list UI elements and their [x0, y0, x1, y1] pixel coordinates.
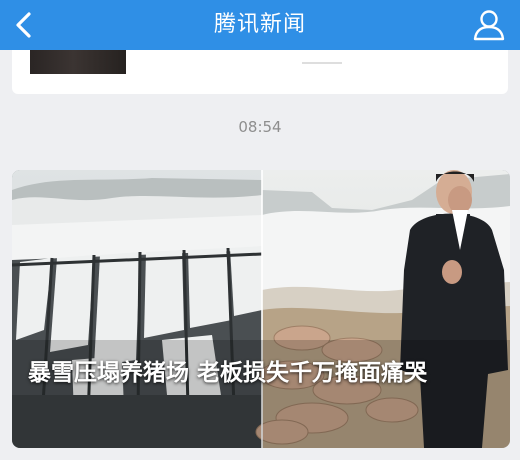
user-profile-button[interactable] [470, 6, 508, 44]
news-card[interactable]: 暴雪压塌养猪场 老板损失千万掩面痛哭 [12, 170, 510, 448]
news-photo [12, 170, 510, 448]
top-navbar: 腾讯新闻 [0, 0, 520, 50]
previous-news-thumbnail [30, 50, 126, 74]
page-title: 腾讯新闻 [213, 12, 306, 37]
message-timestamp: 08:54 [238, 118, 282, 136]
news-headline: 暴雪压塌养猪场 老板损失千万掩面痛哭 [28, 360, 428, 386]
previous-news-text-fragment [302, 52, 342, 64]
previous-news-card[interactable] [12, 50, 508, 94]
user-icon [473, 10, 505, 41]
